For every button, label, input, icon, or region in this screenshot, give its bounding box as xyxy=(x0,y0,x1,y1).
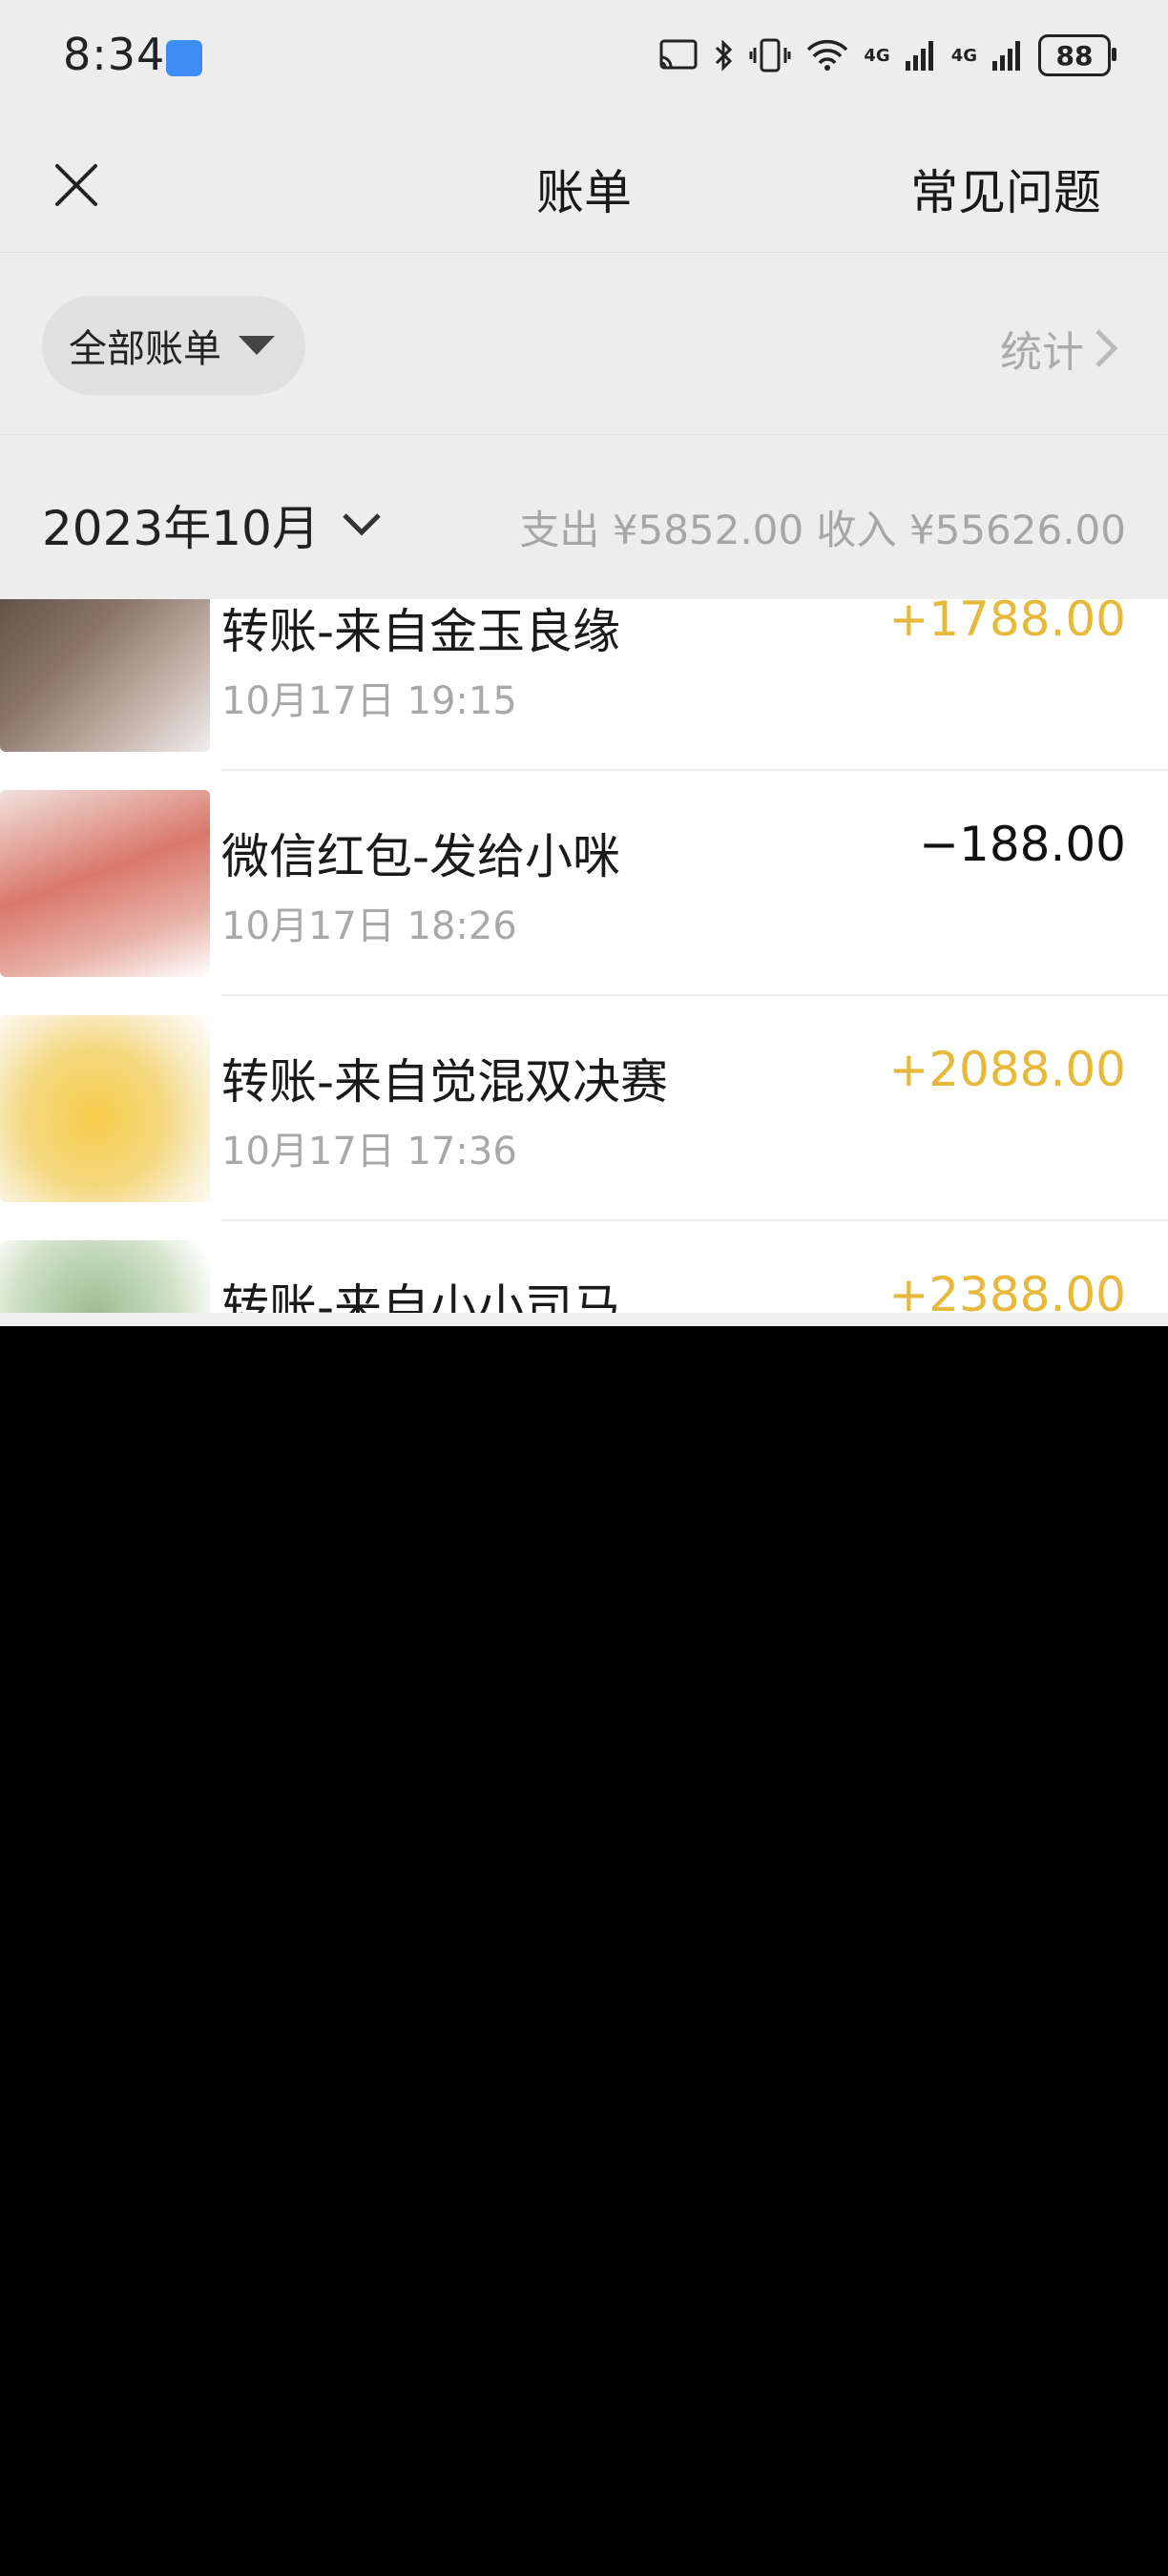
status-time: 8:34 xyxy=(63,29,166,80)
status-bar: 8:34 4G 4G 88 xyxy=(0,0,1168,116)
transaction-row[interactable]: 转账-来自小小司马 +2388.00 xyxy=(0,1221,1168,1326)
status-icons: 4G 4G 88 xyxy=(657,34,1116,76)
statistics-link[interactable]: 统计 xyxy=(1000,318,1118,379)
avatar xyxy=(0,599,210,752)
transaction-date: 10月17日 18:26 xyxy=(221,904,517,948)
wifi-icon xyxy=(807,39,848,71)
transaction-name: 微信红包-发给小咪 xyxy=(221,829,621,884)
transaction-amount: −188.00 xyxy=(919,817,1126,872)
transaction-date: 10月17日 17:36 xyxy=(221,1130,517,1174)
statistics-label: 统计 xyxy=(1000,328,1084,377)
signal-icon xyxy=(905,41,933,71)
transaction-amount: +2088.00 xyxy=(888,1042,1126,1097)
app-notification-icon xyxy=(166,40,202,76)
transaction-row[interactable]: 微信红包-发给小咪 10月17日 18:26 −188.00 xyxy=(0,771,1168,996)
signal-4g-label-1: 4G xyxy=(864,45,890,66)
transaction-name: 转账-来自金玉良缘 xyxy=(221,604,621,659)
bill-type-label: 全部账单 xyxy=(69,327,221,371)
transaction-name: 转账-来自觉混双决赛 xyxy=(221,1054,669,1110)
battery-indicator: 88 xyxy=(1038,34,1116,76)
signal-4g-label-2: 4G xyxy=(950,45,977,66)
bluetooth-icon xyxy=(716,39,733,72)
cast-icon xyxy=(659,39,698,70)
faq-link[interactable]: 常见问题 xyxy=(910,155,1101,223)
avatar xyxy=(0,790,210,977)
transaction-row[interactable]: 转账-来自觉混双决赛 10月17日 17:36 +2088.00 xyxy=(0,996,1168,1221)
chevron-right-icon xyxy=(1095,329,1118,367)
filter-bar: 全部账单 统计 xyxy=(0,253,1168,435)
month-header: 2023年10月 支出 ¥5852.00 收入 ¥55626.00 xyxy=(0,435,1168,599)
navigation-bar: 账单 常见问题 xyxy=(0,116,1168,253)
transaction-row[interactable]: 转账-来自金玉良缘 10月17日 19:15 +1788.00 xyxy=(0,599,1168,771)
bill-screen: 8:34 4G 4G 88 账单 常见问题 全部账单 统计 2023年10月 支… xyxy=(0,0,1168,1326)
battery-level: 88 xyxy=(1055,39,1094,72)
signal-icon-2 xyxy=(992,41,1020,71)
month-summary: 支出 ¥5852.00 收入 ¥55626.00 xyxy=(519,507,1126,553)
month-picker[interactable]: 2023年10月 xyxy=(42,490,383,559)
avatar xyxy=(0,1015,210,1202)
bill-type-selector[interactable]: 全部账单 xyxy=(42,296,305,395)
vibrate-icon xyxy=(749,38,791,73)
chevron-down-icon xyxy=(343,513,381,536)
dropdown-triangle-icon xyxy=(239,336,275,355)
transaction-date: 10月17日 19:15 xyxy=(221,679,517,723)
list-bottom-edge xyxy=(0,1313,1168,1326)
transaction-amount: +1788.00 xyxy=(888,599,1126,647)
transaction-list: 转账-来自金玉良缘 10月17日 19:15 +1788.00 微信红包-发给小… xyxy=(0,599,1168,1326)
month-label: 2023年10月 xyxy=(42,501,320,556)
